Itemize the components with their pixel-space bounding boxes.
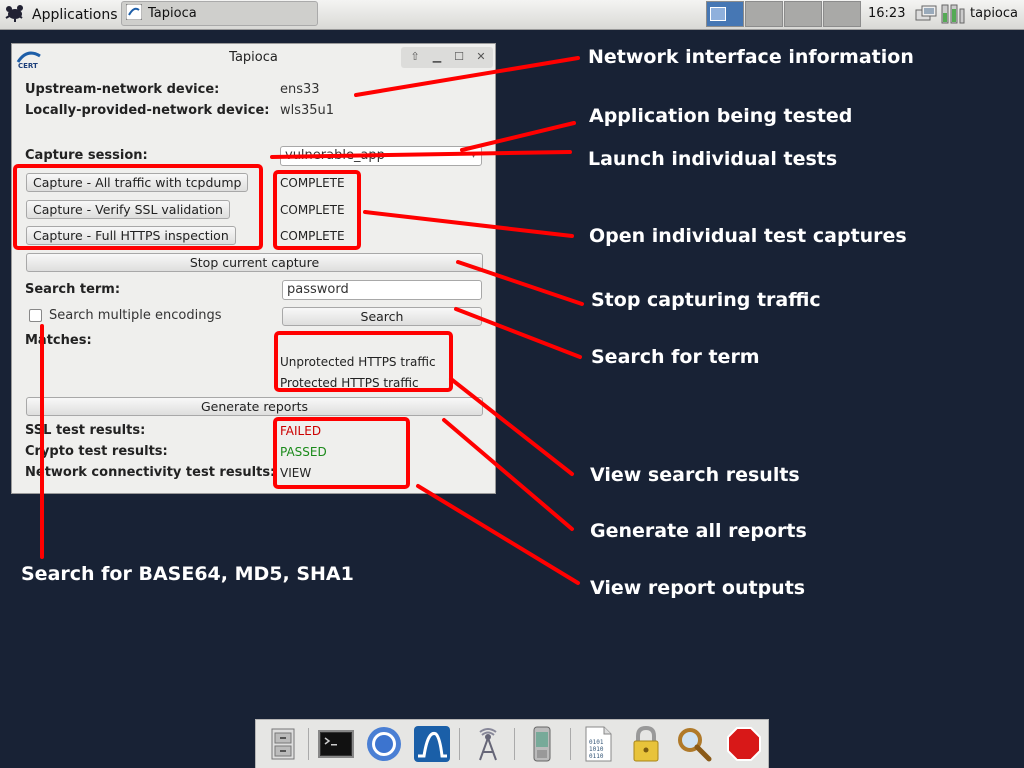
annotation-view-search: View search results (590, 464, 800, 486)
annotation-view-reports: View report outputs (590, 577, 806, 599)
lock-icon[interactable] (626, 724, 666, 764)
annotation-overlay (13, 56, 584, 585)
line-launch-tests (270, 150, 572, 159)
dock-separator (514, 728, 515, 760)
terminal-icon[interactable] (316, 724, 356, 764)
svg-text:0101: 0101 (589, 739, 604, 746)
magnifier-icon[interactable] (674, 724, 714, 764)
wireshark-icon[interactable] (412, 724, 452, 764)
annotation-search-term: Search for term (591, 346, 760, 368)
binary-file-icon[interactable]: 0101 1010 0110 (578, 724, 618, 764)
box-results (273, 417, 410, 489)
dock-separator (308, 728, 309, 760)
file-cabinet-icon[interactable] (262, 724, 302, 764)
svg-text:0110: 0110 (589, 753, 604, 760)
annotation-stop-capture: Stop capturing traffic (591, 289, 821, 311)
dock-separator (570, 728, 571, 760)
line-app-tested (460, 121, 576, 152)
box-matches (274, 331, 453, 392)
svg-text:1010: 1010 (589, 746, 604, 753)
annotation-open-captures: Open individual test captures (589, 225, 907, 247)
line-view-reports (416, 484, 580, 585)
annotation-generate-reports: Generate all reports (590, 520, 807, 542)
annotation-network-info: Network interface information (588, 46, 914, 68)
annotation-search-encodings: Search for BASE64, MD5, SHA1 (21, 563, 354, 585)
phone-icon[interactable] (522, 724, 562, 764)
annotation-app-tested: Application being tested (589, 105, 853, 127)
stop-sign-icon[interactable] (724, 724, 764, 764)
line-search-term (454, 307, 582, 359)
wifi-tower-icon[interactable] (468, 724, 508, 764)
box-capture-status (273, 170, 361, 250)
line-view-search (449, 377, 574, 476)
dock-separator (459, 728, 460, 760)
chromium-icon[interactable] (364, 724, 404, 764)
line-stop-capture (456, 260, 584, 306)
annotation-launch-tests: Launch individual tests (588, 148, 838, 170)
line-open-captures (363, 210, 574, 238)
dock: 0101 1010 0110 (255, 719, 769, 768)
line-network-info (354, 56, 580, 97)
box-capture-buttons (13, 164, 263, 250)
